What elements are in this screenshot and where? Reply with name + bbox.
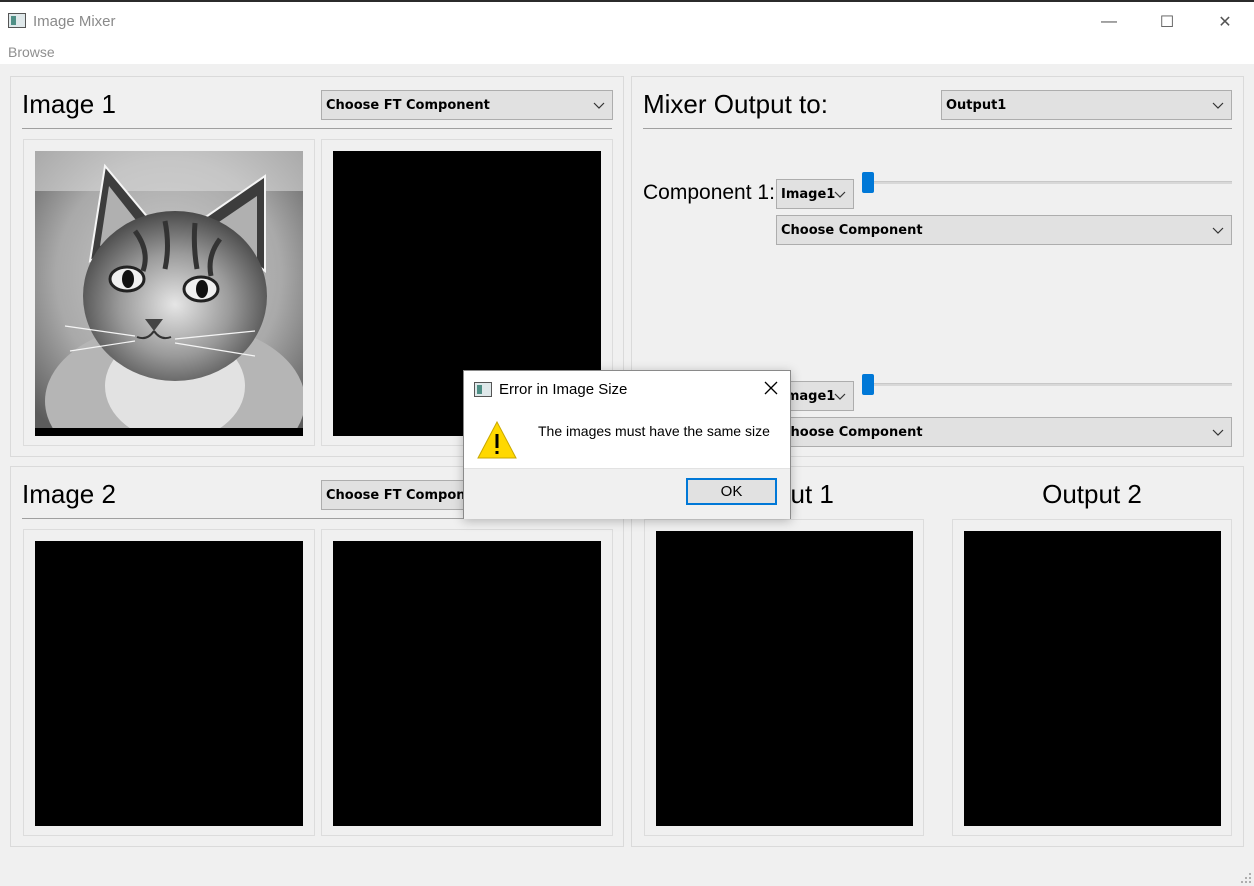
output2-title: Output 2 xyxy=(1042,479,1142,509)
app-icon xyxy=(8,13,26,28)
divider xyxy=(643,128,1232,129)
mixer-output-combo[interactable]: Output1 xyxy=(941,90,1232,120)
component2-slider-handle[interactable] xyxy=(862,374,874,395)
mixer-output-combo-label: Output1 xyxy=(946,97,1007,113)
image2-viewer[interactable] xyxy=(35,541,303,826)
output2-panel xyxy=(952,519,1232,836)
component1-label: Component 1: xyxy=(643,181,775,204)
resize-grip-icon[interactable] xyxy=(1240,872,1252,884)
chevron-down-icon xyxy=(834,191,846,198)
component2-type-combo-label: Choose Component xyxy=(781,424,923,440)
outputs-group: Output 1 Output 2 xyxy=(631,466,1244,847)
chevron-down-icon xyxy=(1212,227,1224,234)
component1-slider[interactable] xyxy=(862,181,1232,184)
component1-image-combo[interactable]: Image1 xyxy=(776,179,854,209)
divider xyxy=(22,128,612,129)
component1-slider-handle[interactable] xyxy=(862,172,874,193)
title-bar: Image Mixer — ☐ ✕ xyxy=(0,0,1254,40)
output1-panel xyxy=(644,519,924,836)
output2-viewer[interactable] xyxy=(964,531,1221,826)
component2-type-combo[interactable]: Choose Component xyxy=(776,417,1232,447)
image1-title: Image 1 xyxy=(22,89,116,119)
image2-view-panel xyxy=(23,529,315,836)
component1-type-combo-label: Choose Component xyxy=(781,222,923,238)
chevron-down-icon xyxy=(593,102,605,109)
cat-image xyxy=(35,151,303,428)
app-icon xyxy=(474,382,492,397)
minimize-button[interactable]: — xyxy=(1080,4,1138,40)
close-window-button[interactable]: ✕ xyxy=(1196,4,1254,40)
chevron-down-icon xyxy=(1212,102,1224,109)
image2-ft-panel xyxy=(321,529,613,836)
warning-icon xyxy=(477,420,517,459)
menu-browse[interactable]: Browse xyxy=(8,44,55,60)
ok-button[interactable]: OK xyxy=(686,478,777,505)
image1-ft-combo[interactable]: Choose FT Component xyxy=(321,90,613,120)
image1-ft-combo-label: Choose FT Component xyxy=(326,97,490,113)
dialog-footer: OK xyxy=(464,468,790,519)
component2-slider[interactable] xyxy=(862,383,1232,386)
image2-ft-viewer[interactable] xyxy=(333,541,601,826)
window-title: Image Mixer xyxy=(33,13,116,30)
close-icon[interactable] xyxy=(760,377,782,399)
dialog-title: Error in Image Size xyxy=(499,381,628,398)
dialog-message: The images must have the same size xyxy=(538,423,770,439)
image2-group: Image 2 Choose FT Component xyxy=(10,466,624,847)
image2-title: Image 2 xyxy=(22,479,116,509)
chevron-down-icon xyxy=(1212,429,1224,436)
image1-view-panel xyxy=(23,139,315,446)
mixer-title: Mixer Output to: xyxy=(643,89,828,119)
image1-viewer[interactable] xyxy=(35,151,303,436)
output1-viewer[interactable] xyxy=(656,531,913,826)
menu-bar: Browse xyxy=(0,40,1254,64)
component1-type-combo[interactable]: Choose Component xyxy=(776,215,1232,245)
maximize-button[interactable]: ☐ xyxy=(1138,4,1196,40)
chevron-down-icon xyxy=(834,393,846,400)
error-dialog: Error in Image Size The images must have… xyxy=(463,370,791,519)
component1-image-combo-label: Image1 xyxy=(781,186,836,202)
